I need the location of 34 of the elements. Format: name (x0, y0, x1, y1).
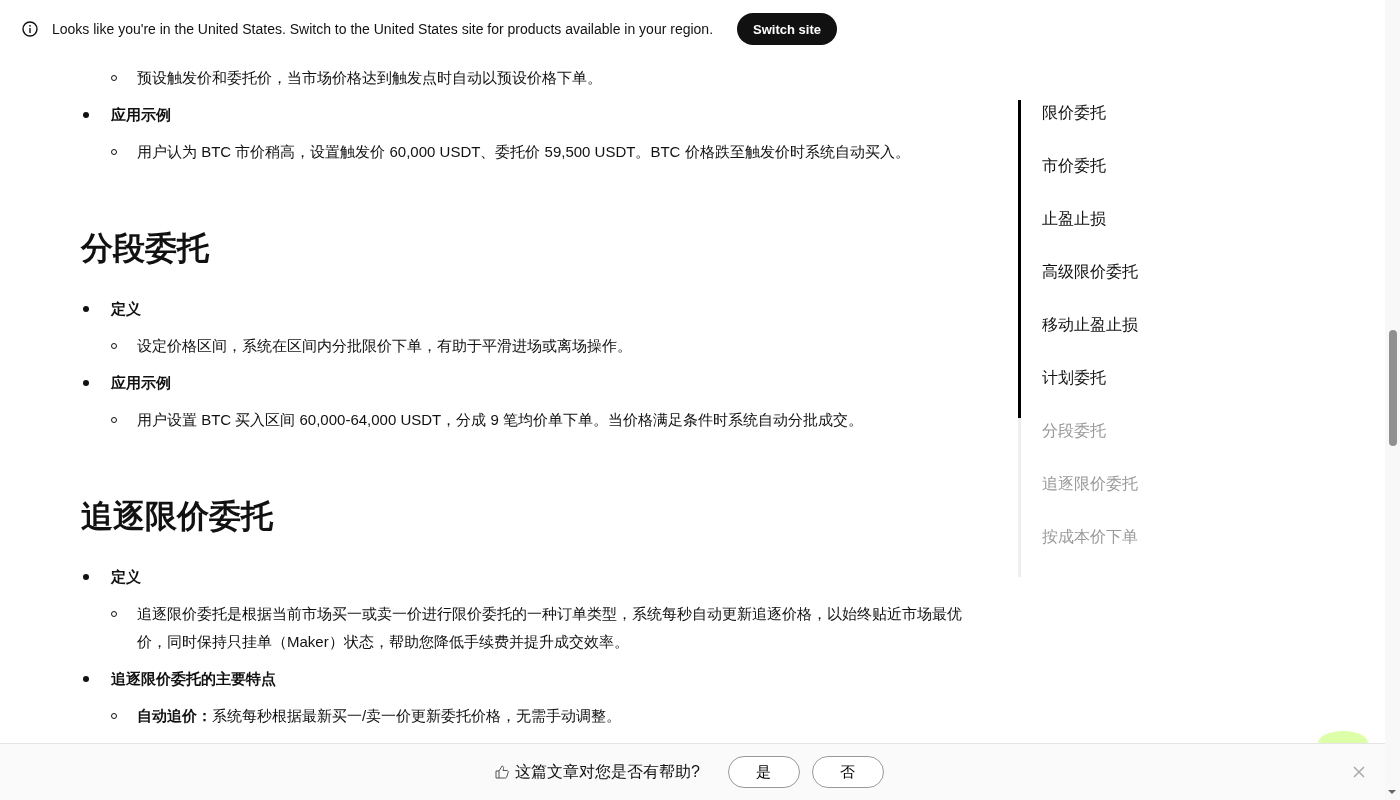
info-icon (22, 21, 38, 37)
detail-text: 用户设置 BTC 买入区间 60,000-64,000 USDT，分成 9 笔均价单下单。当价格满足条件时系统自动分批成交。 (137, 410, 864, 430)
section-heading: 分段委托 (81, 229, 211, 268)
scrollbar[interactable] (1385, 0, 1400, 800)
feedback-question: 这篇文章对您是否有帮助? (515, 761, 700, 782)
bullet-dot (83, 306, 89, 312)
bullet-dot (83, 676, 89, 682)
floating-button[interactable] (1318, 731, 1368, 743)
bullet-label: 追逐限价委托的主要特点 (111, 669, 276, 689)
bullet-dot (83, 380, 89, 386)
detail-text: 追逐限价委托是根据当前市场买一或卖一价进行限价委托的一种订单类型，系统每秒自动更新追逐价格，以始终贴近市场最优价，同时保持只挂单（Maker）状态，帮助您降低手续费并提升成交效率。 (137, 604, 963, 652)
detail-text: 用户认为 BTC 市价稍高，设置触发价 60,000 USDT、委托价 59,500 USDT。BTC 价格跌至触发价时系统自动买入。 (137, 142, 911, 162)
feedback-button[interactable]: 否 (811, 756, 884, 788)
banner-message: Looks like you're in the United States. Switch to the United States site for products available in your region. (52, 21, 714, 37)
bullet-label: 定义 (111, 567, 141, 587)
toc-link[interactable]: 市价委托 (1018, 153, 1218, 206)
thumbs-up-icon (495, 765, 510, 779)
bullet-label: 应用示例 (111, 105, 171, 125)
section-heading: 追逐限价委托 (81, 497, 275, 536)
toc-link[interactable]: 计划委托 (1018, 365, 1218, 418)
bullet-label: 应用示例 (111, 373, 171, 393)
feedback-button[interactable]: 是 (727, 756, 800, 788)
bullet-dot (83, 574, 89, 580)
detail-text: 预设触发价和委托价，当市场价格达到触发点时自动以预设价格下单。 (137, 68, 603, 88)
bullet-dot (83, 112, 89, 118)
bullet-label: 定义 (111, 299, 141, 319)
toc-link[interactable]: 移动止盈止损 (1018, 312, 1218, 365)
detail-text: 自动追价：系统每秒根据最新买一/卖一价更新委托价格，无需手动调整。 (137, 706, 623, 726)
switch-site-button[interactable]: Switch site (737, 13, 837, 45)
close-icon[interactable] (1353, 766, 1365, 778)
detail-text: 设定价格区间，系统在区间内分批限价下单，有助于平滑进场或离场操作。 (137, 336, 633, 356)
toc-link[interactable]: 高级限价委托 (1018, 259, 1218, 312)
toc-link[interactable]: 止盈止损 (1018, 206, 1218, 259)
toc-link[interactable]: 限价委托 (1018, 100, 1218, 153)
